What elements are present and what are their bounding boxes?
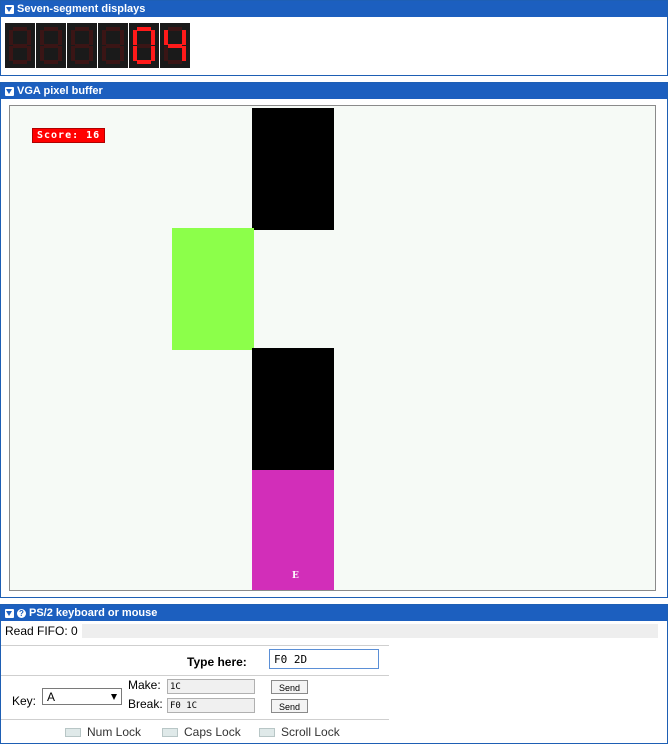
caps-lock-label: Caps Lock: [184, 725, 241, 739]
seven-segment-panel: Seven-segment displays: [0, 0, 668, 76]
segment-e: [40, 46, 44, 61]
segment-d: [75, 60, 89, 64]
segment-a: [44, 27, 58, 31]
scroll-lock-label: Scroll Lock: [281, 725, 340, 739]
scroll-lock-led: [259, 727, 275, 737]
caps-lock-indicator: Caps Lock: [162, 725, 241, 739]
chevron-down-icon: [111, 694, 117, 700]
segment-e: [164, 46, 168, 61]
segment-c: [120, 46, 124, 61]
seven-segment-title: Seven-segment displays: [17, 3, 146, 15]
type-here-label: Type here:: [187, 655, 247, 669]
seven-segment-digit: [129, 23, 159, 68]
segment-e: [9, 46, 13, 61]
make-label: Make:: [128, 678, 161, 692]
segment-c: [182, 46, 186, 61]
segment-e: [133, 46, 137, 61]
num-lock-label: Num Lock: [87, 725, 142, 739]
seven-segment-digit: [67, 23, 97, 68]
key-label: Key:: [12, 694, 37, 708]
segment-b: [58, 30, 62, 45]
segment-d: [106, 60, 120, 64]
segment-a: [137, 27, 151, 31]
lane-label: E: [292, 571, 299, 581]
read-fifo-label: Read FIFO: 0: [3, 624, 82, 638]
segment-b: [89, 30, 93, 45]
segment-c: [89, 46, 93, 61]
locks-row: Num Lock Caps Lock Scroll Lock: [1, 719, 389, 744]
segment-b: [27, 30, 31, 45]
seven-segment-digit: [5, 23, 35, 68]
break-field[interactable]: F0 1C: [167, 698, 255, 713]
segment-c: [27, 46, 31, 61]
segment-d: [137, 60, 151, 64]
seven-segment-row: [5, 23, 190, 68]
help-icon[interactable]: ?: [17, 608, 26, 618]
segment-d: [13, 60, 27, 64]
seven-segment-digit: [98, 23, 128, 68]
segment-g: [168, 43, 182, 48]
ps2-title: PS/2 keyboard or mouse: [29, 607, 158, 619]
num-lock-led: [65, 727, 81, 737]
vga-screen[interactable]: Score: 16 E: [9, 105, 656, 591]
segment-c: [58, 46, 62, 61]
seven-segment-digit: [36, 23, 66, 68]
segment-g: [75, 43, 89, 48]
scroll-lock-indicator: Scroll Lock: [259, 725, 340, 739]
segment-d: [44, 60, 58, 64]
collapse-icon[interactable]: [5, 608, 14, 618]
segment-g: [106, 43, 120, 48]
score-label: Score: 16: [32, 128, 106, 143]
caps-lock-led: [162, 727, 178, 737]
segment-b: [151, 30, 155, 45]
type-here-input[interactable]: F0 2D: [269, 649, 379, 669]
vga-panel: VGA pixel buffer Score: 16 E: [0, 82, 668, 598]
send-break-button[interactable]: Send: [271, 699, 308, 713]
segment-e: [102, 46, 106, 61]
segment-c: [151, 46, 155, 61]
key-select-value: A: [47, 690, 56, 704]
segment-a: [168, 27, 182, 31]
vga-title: VGA pixel buffer: [17, 85, 103, 97]
segment-a: [75, 27, 89, 31]
key-row: Key: A Make: 1C Send Break: F0 1C Send: [1, 675, 389, 720]
type-here-row: Type here: F0 2D: [1, 645, 389, 672]
num-lock-indicator: Num Lock: [65, 725, 141, 739]
seven-segment-digit: [160, 23, 190, 68]
break-label: Break:: [128, 697, 163, 711]
segment-g: [44, 43, 58, 48]
seven-segment-header[interactable]: Seven-segment displays: [1, 1, 667, 17]
segment-a: [13, 27, 27, 31]
segment-e: [71, 46, 75, 61]
segment-g: [13, 43, 27, 48]
collapse-icon[interactable]: [5, 86, 14, 96]
black-block-top: [252, 108, 334, 230]
read-fifo-bar: Read FIFO: 0: [3, 624, 658, 638]
green-block: [172, 228, 254, 350]
key-select[interactable]: A: [42, 688, 122, 705]
segment-a: [106, 27, 120, 31]
black-block-bottom: [252, 348, 334, 470]
collapse-icon[interactable]: [5, 4, 14, 14]
segment-b: [120, 30, 124, 45]
send-make-button[interactable]: Send: [271, 680, 308, 694]
segment-g: [137, 43, 151, 48]
segment-d: [168, 60, 182, 64]
vga-header[interactable]: VGA pixel buffer: [1, 83, 667, 99]
make-field[interactable]: 1C: [167, 679, 255, 694]
ps2-header[interactable]: ? PS/2 keyboard or mouse: [1, 605, 667, 621]
ps2-panel: ? PS/2 keyboard or mouse Read FIFO: 0 Ty…: [0, 604, 668, 744]
segment-b: [182, 30, 186, 45]
